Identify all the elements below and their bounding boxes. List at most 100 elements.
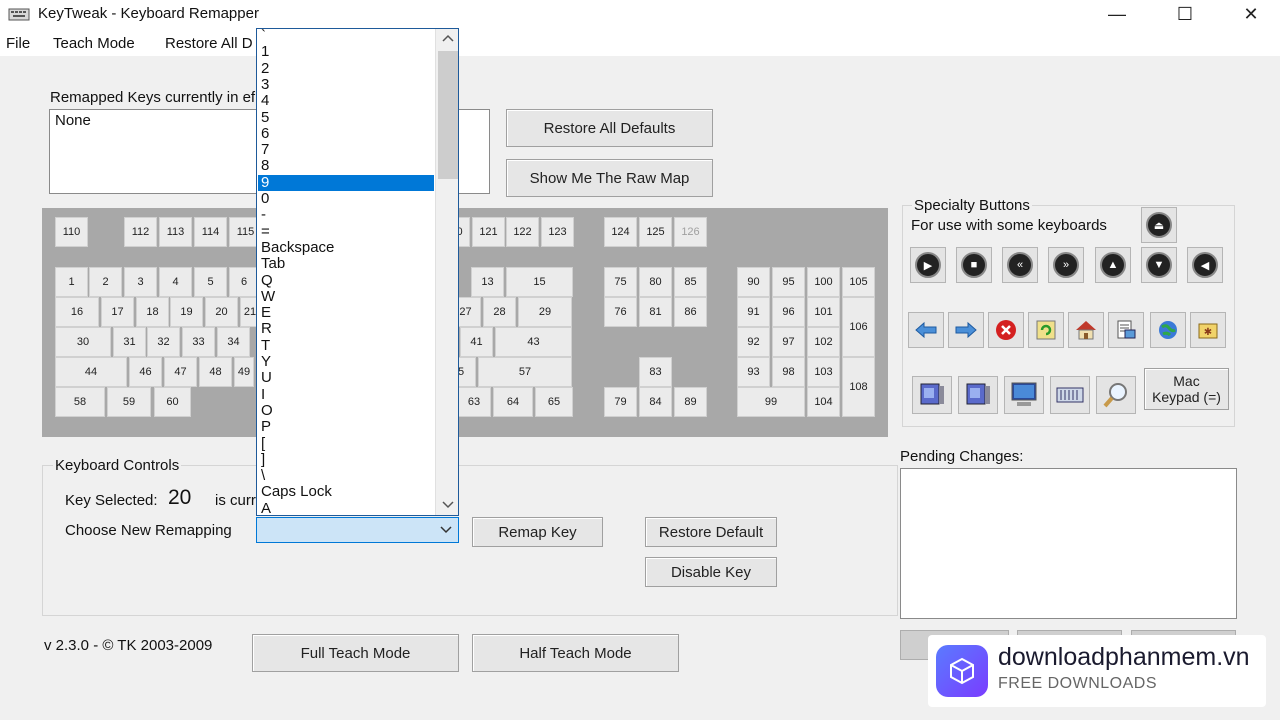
key-86[interactable]: 86 [674,297,707,327]
dropdown-option[interactable]: - [261,207,266,223]
dropdown-option[interactable]: 9 [258,174,434,191]
browser-stop-button[interactable] [988,312,1024,348]
disable-key-button[interactable]: Disable Key [645,557,777,587]
dropdown-option[interactable]: = [261,223,270,240]
menu-teach-mode[interactable]: Teach Mode [53,35,135,52]
dropdown-option[interactable]: 3 [261,76,269,93]
search-button[interactable] [1096,376,1136,414]
play-button[interactable]: ▶ [910,247,946,283]
key-44[interactable]: 44 [55,357,127,387]
pending-changes-list[interactable] [900,468,1237,619]
key-30[interactable]: 30 [55,327,111,357]
key-83[interactable]: 83 [639,357,672,387]
browser-home-button[interactable] [1068,312,1104,348]
key-3[interactable]: 3 [124,267,157,297]
key-85[interactable]: 85 [674,267,707,297]
key-75[interactable]: 75 [604,267,637,297]
browser-back-button[interactable] [908,312,944,348]
key-60[interactable]: 60 [154,387,191,417]
next-track-button[interactable]: » [1048,247,1084,283]
key-126[interactable]: 126 [674,217,707,247]
key-97[interactable]: 97 [772,327,805,357]
key-110[interactable]: 110 [55,217,88,247]
remapping-combobox[interactable] [256,517,459,543]
dropdown-option[interactable]: Q [261,272,273,289]
close-button[interactable]: ✕ [1228,0,1274,30]
key-95[interactable]: 95 [772,267,805,297]
restore-all-defaults-button[interactable]: Restore All Defaults [506,109,713,147]
key-123[interactable]: 123 [541,217,574,247]
key-98[interactable]: 98 [772,357,805,387]
key-43[interactable]: 43 [495,327,572,357]
key-101[interactable]: 101 [807,297,840,327]
computer-1-button[interactable] [912,376,952,414]
key-122[interactable]: 122 [506,217,539,247]
key-112[interactable]: 112 [124,217,157,247]
dropdown-option[interactable]: 4 [261,93,269,109]
volume-up-button[interactable]: ▲ [1095,247,1131,283]
key-47[interactable]: 47 [164,357,197,387]
key-93[interactable]: 93 [737,357,770,387]
key-28[interactable]: 28 [483,297,516,327]
dropdown-option[interactable]: ] [261,451,265,468]
key-18[interactable]: 18 [136,297,169,327]
dropdown-option[interactable]: O [261,402,273,419]
key-125[interactable]: 125 [639,217,672,247]
dropdown-option[interactable]: Tab [261,256,285,272]
previous-track-button[interactable]: « [1002,247,1038,283]
remapping-dropdown-list[interactable]: ` 1 2 3 4 5 6 7 8 9 0- = Backspace Tab Q W E R T Y U I O P[] \ Ca… [256,28,459,516]
eject-special-button[interactable]: ⏏ [1141,207,1177,243]
dropdown-option[interactable]: Y [261,354,271,370]
key-5[interactable]: 5 [194,267,227,297]
stop-button[interactable]: ■ [956,247,992,283]
key-79[interactable]: 79 [604,387,637,417]
key-34[interactable]: 34 [217,327,250,357]
key-29[interactable]: 29 [518,297,572,327]
dropdown-option[interactable]: 8 [261,158,269,174]
key-20[interactable]: 20 [205,297,238,327]
key-41[interactable]: 41 [460,327,493,357]
search-page-button[interactable] [1108,312,1144,348]
dropdown-option[interactable]: I [261,386,265,403]
key-64[interactable]: 64 [493,387,533,417]
key-106[interactable]: 106 [842,297,875,357]
minimize-button[interactable]: — [1094,0,1140,30]
key-2[interactable]: 2 [89,267,122,297]
key-80[interactable]: 80 [639,267,672,297]
dropdown-option[interactable]: 5 [261,109,269,126]
favorites-button[interactable]: ✱ [1190,312,1226,348]
dropdown-option[interactable]: Caps Lock [261,484,332,500]
key-96[interactable]: 96 [772,297,805,327]
key-103[interactable]: 103 [807,357,840,387]
key-32[interactable]: 32 [147,327,180,357]
computer-2-button[interactable] [958,376,998,414]
volume-down-button[interactable]: ▼ [1141,247,1177,283]
key-108[interactable]: 108 [842,357,875,417]
key-49[interactable]: 49 [234,357,254,387]
key-16[interactable]: 16 [55,297,99,327]
key-59[interactable]: 59 [107,387,151,417]
dropdown-option[interactable]: 0 [261,191,269,207]
key-31[interactable]: 31 [113,327,146,357]
key-104[interactable]: 104 [807,387,840,417]
key-65[interactable]: 65 [535,387,573,417]
menu-restore-all[interactable]: Restore All D [165,35,253,52]
key-17[interactable]: 17 [101,297,134,327]
mac-keypad-button[interactable]: Mac Keypad (=) [1144,368,1229,410]
key-99[interactable]: 99 [737,387,805,417]
dropdown-option[interactable]: Backspace [261,239,334,256]
key-46[interactable]: 46 [129,357,162,387]
key-57[interactable]: 57 [478,357,572,387]
scroll-up-icon[interactable] [442,34,454,42]
dropdown-option[interactable]: U [261,370,272,386]
key-105[interactable]: 105 [842,267,875,297]
dropdown-option[interactable]: ` [261,29,266,44]
dropdown-option[interactable]: A [261,500,271,515]
key-4[interactable]: 4 [159,267,192,297]
calculator-button[interactable] [1050,376,1090,414]
key-100[interactable]: 100 [807,267,840,297]
dropdown-option[interactable]: E [261,305,271,321]
key-113[interactable]: 113 [159,217,192,247]
key-121[interactable]: 121 [472,217,505,247]
dropdown-option[interactable]: 2 [261,60,269,77]
